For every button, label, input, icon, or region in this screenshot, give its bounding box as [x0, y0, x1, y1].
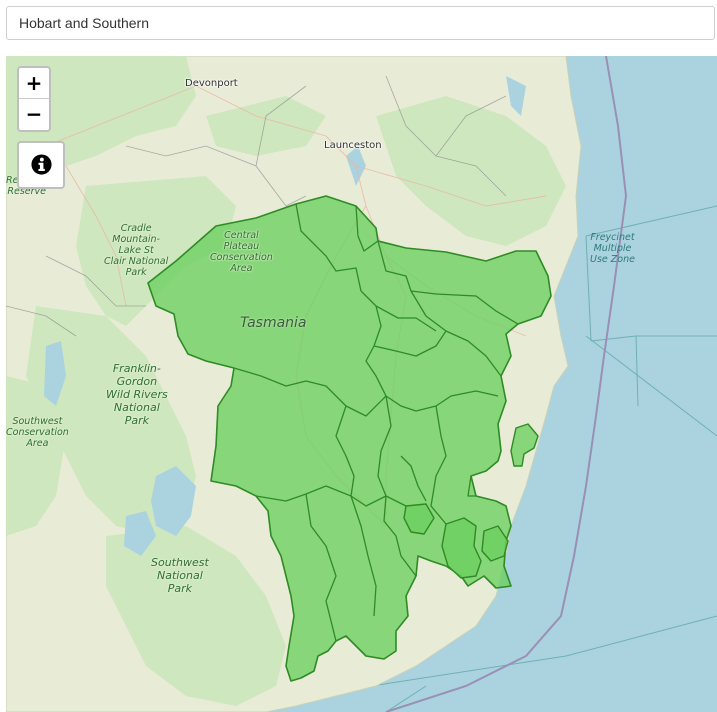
zoom-out-button[interactable]: − — [19, 99, 49, 129]
info-button[interactable] — [17, 141, 65, 189]
info-icon — [31, 154, 52, 175]
map-canvas — [6, 56, 717, 712]
zoom-in-button[interactable]: + — [19, 68, 49, 99]
map-view[interactable]: Devonport Launceston Tasmania Central Pl… — [6, 56, 717, 712]
zoom-control: + − — [17, 66, 51, 132]
region-search-input[interactable]: Hobart and Southern — [6, 6, 715, 40]
